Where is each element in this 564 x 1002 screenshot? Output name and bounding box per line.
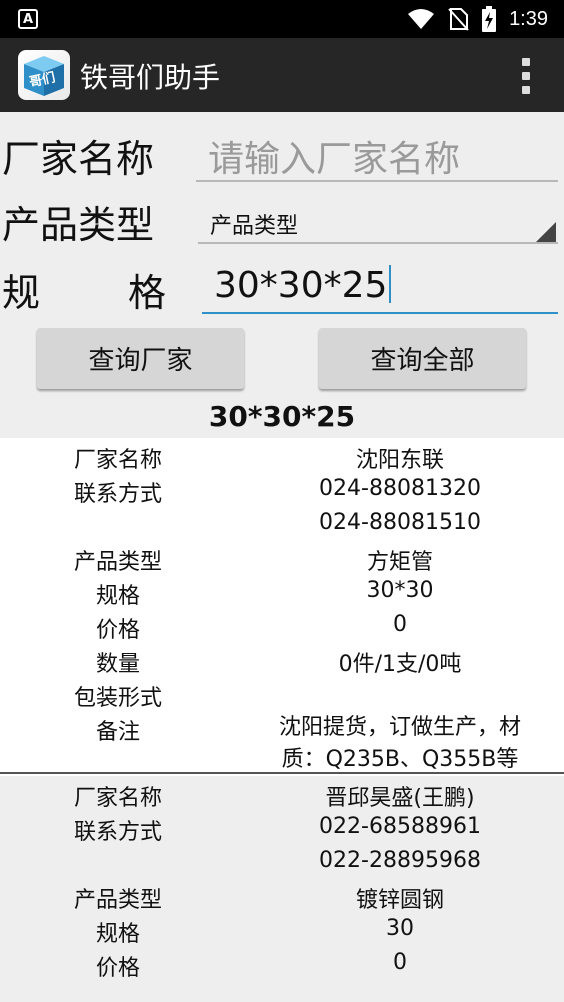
status-icons: 1:39 [407, 0, 548, 38]
record-row-price: 价格 0 [0, 608, 564, 643]
status-bar: A 1:39 [0, 0, 564, 38]
record-row-contact-2: 022-28895968 [0, 844, 564, 878]
record-row-contact-2: 024-88081510 [0, 506, 564, 540]
row-label: 价格 [95, 956, 140, 981]
row-value: 30*30 [366, 578, 434, 603]
row-label: 数量 [95, 652, 140, 677]
dropdown-corner-icon [536, 222, 556, 242]
row-value: 晋邱昊盛(王鹏) [325, 786, 475, 811]
app-title: 铁哥们助手 [80, 61, 221, 94]
result-record[interactable]: 厂家名称 沈阳东联 联系方式 024-88081320 024-88081510 产… [0, 438, 564, 780]
text-cursor [389, 265, 392, 303]
manufacturer-input-underline [196, 180, 558, 182]
row-label: 联系方式 [73, 820, 162, 845]
row-value: 沈阳东联 [355, 448, 444, 473]
row-value: 022-28895968 [319, 848, 481, 873]
overflow-menu-icon[interactable] [520, 58, 532, 94]
spec-input-value: 30*30*25 [214, 265, 388, 306]
app-logo-icon: 哥们 [18, 50, 70, 100]
record-divider [0, 772, 564, 774]
result-record[interactable]: 厂家名称 晋邱昊盛(王鹏) 联系方式 022-68588961 022-288959… [0, 776, 564, 981]
row-value: 0 [393, 612, 407, 637]
manufacturer-label: 厂家名称 [2, 137, 155, 181]
record-row-contact: 联系方式 024-88081320 [0, 472, 564, 507]
row-value: 30 [386, 916, 414, 941]
row-label: 包装形式 [73, 686, 162, 711]
wifi-icon [408, 9, 435, 29]
row-value: 0件/1支/0吨 [338, 652, 462, 677]
row-label: 规格 [95, 922, 140, 947]
manufacturer-input[interactable]: 请输入厂家名称 [208, 130, 460, 182]
record-row-quantity: 数量 0件/1支/0吨 [0, 642, 564, 677]
app-bar: 哥们 铁哥们助手 [0, 38, 564, 112]
record-row-price: 价格 0 [0, 946, 564, 981]
row-value: 0 [393, 950, 407, 975]
spec-label-right: 格 [128, 271, 167, 315]
row-label: 规格 [95, 584, 140, 609]
row-value: 022-68588961 [319, 814, 481, 839]
result-title: 30*30*25 [208, 400, 356, 433]
row-value: 024-88081320 [319, 476, 481, 501]
spec-label-left: 规 [2, 271, 41, 315]
record-row-spec: 规格 30*30 [0, 574, 564, 609]
record-row-product-type: 产品类型 镀锌圆钢 [0, 878, 564, 913]
product-type-label: 产品类型 [2, 203, 155, 247]
row-label: 备注 [95, 720, 140, 745]
no-sim-icon [448, 8, 469, 31]
record-row-contact: 联系方式 022-68588961 [0, 810, 564, 845]
product-type-underline [198, 242, 558, 244]
row-label: 产品类型 [73, 550, 162, 575]
row-label: 联系方式 [73, 482, 162, 507]
record-row-packaging: 包装形式 [0, 676, 564, 711]
record-row-manufacturer: 厂家名称 晋邱昊盛(王鹏) [0, 776, 564, 811]
record-row-manufacturer: 厂家名称 沈阳东联 [0, 438, 564, 473]
query-manufacturer-button[interactable]: 查询厂家 [37, 328, 244, 389]
product-type-selected-value: 产品类型 [210, 214, 299, 239]
row-value: 024-88081510 [319, 510, 481, 535]
notification-app-icon: A [18, 9, 38, 29]
record-row-product-type: 产品类型 方矩管 [0, 540, 564, 575]
query-all-button[interactable]: 查询全部 [319, 328, 526, 389]
row-label: 厂家名称 [73, 786, 162, 811]
row-value: 方矩管 [366, 550, 433, 575]
row-label: 产品类型 [73, 888, 162, 913]
record-row-remarks: 备注 沈阳提货，订做生产，材质：Q235B、Q355B等 [0, 710, 564, 780]
spec-input[interactable]: 30*30*25 [214, 265, 392, 306]
row-value: 镀锌圆钢 [355, 888, 444, 913]
product-type-select[interactable]: 产品类型 [198, 196, 558, 244]
clock: 1:39 [509, 7, 548, 30]
spec-input-underline [202, 312, 558, 314]
battery-charging-icon [482, 6, 497, 32]
record-row-spec: 规格 30 [0, 912, 564, 947]
row-value: 沈阳提货，订做生产，材质：Q235B、Q355B等 [278, 715, 521, 772]
row-label: 价格 [95, 618, 140, 643]
row-label: 厂家名称 [73, 448, 162, 473]
